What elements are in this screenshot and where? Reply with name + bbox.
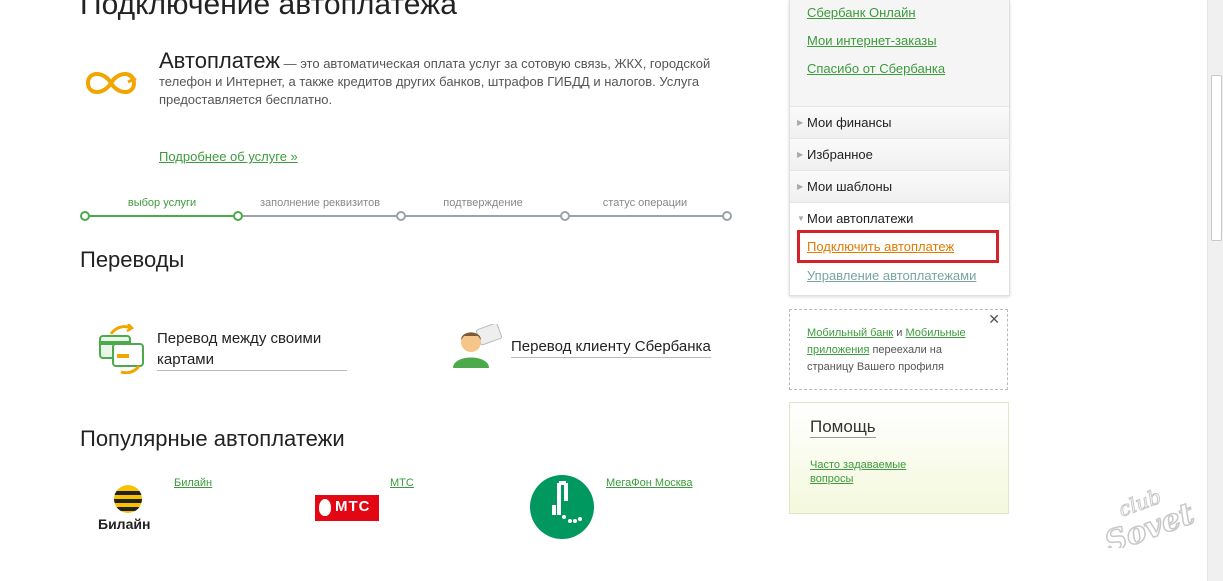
profile-notice: ✕ Мобильный банк и Мобильные приложения … — [789, 309, 1008, 390]
step-label-status: статус операции — [602, 197, 688, 209]
sidebar-item-label: Избранное — [807, 147, 873, 162]
sidebar-item-label: Мои финансы — [807, 115, 892, 130]
sidebar-item-label: Мои шаблоны — [807, 179, 893, 194]
chevron-right-icon: ▶ — [797, 150, 804, 159]
step-dot-5 — [722, 211, 732, 221]
step-label-fill-details: заполнение реквизитов — [259, 197, 381, 209]
transfer-between-cards[interactable]: Перевод между своими картами — [99, 324, 347, 374]
help-title: Помощь — [810, 417, 876, 438]
step-dot-1 — [80, 211, 90, 221]
scrollbar-thumb[interactable] — [1211, 75, 1222, 241]
mts-egg-icon — [319, 499, 331, 516]
operator-link-beeline[interactable]: Билайн — [174, 477, 212, 489]
chevron-right-icon: ▶ — [797, 118, 804, 127]
notice-link-mobile-bank[interactable]: Мобильный банк — [807, 327, 893, 339]
mts-logo-text: МТС — [335, 498, 371, 515]
progress-steps: выбор услуги заполнение реквизитов подтв… — [80, 194, 736, 222]
sidebar-subitem-connect-autopay[interactable]: Подключить автоплатеж — [807, 239, 954, 254]
sidebar-subitem-manage-autopay[interactable]: Управление автоплатежами — [807, 268, 976, 283]
megafon-logo[interactable] — [530, 475, 594, 539]
autopay-description: Автоплатеж — это автоматическая оплата у… — [159, 50, 719, 109]
beeline-logo[interactable]: Билайн — [96, 484, 168, 536]
sidebar-link-sberbank-online[interactable]: Сбербанк Онлайн — [807, 5, 916, 20]
sidebar-link-internet-orders[interactable]: Мои интернет-заказы — [807, 33, 937, 48]
transfers-heading: Переводы — [80, 247, 185, 272]
sidebar-menu: Сбербанк Онлайн Мои интернет-заказы Спас… — [789, 0, 1010, 296]
operator-link-megafon[interactable]: МегаФон Москва — [606, 477, 692, 489]
infinity-icon — [85, 72, 137, 94]
steps-track-done — [85, 215, 238, 217]
sidebar-links: Сбербанк Онлайн Мои интернет-заказы Спас… — [790, 0, 1009, 106]
close-icon[interactable]: ✕ — [988, 311, 1000, 328]
autopay-term: Автоплатеж — [159, 48, 280, 73]
beeline-logo-icon — [114, 485, 142, 513]
mts-logo[interactable]: МТС — [315, 495, 379, 521]
client-transfer-icon — [453, 324, 503, 368]
help-box: Помощь Часто задаваемые вопросы — [789, 402, 1009, 514]
beeline-logo-text: Билайн — [98, 516, 151, 532]
scrollbar[interactable] — [1207, 0, 1223, 581]
more-about-service-link[interactable]: Подробнее об услуге » — [159, 149, 298, 164]
notice-and: и — [893, 327, 906, 339]
faq-link[interactable]: Часто задаваемые вопросы — [810, 458, 950, 486]
cards-transfer-icon — [99, 324, 144, 374]
sidebar-item-my-templates[interactable]: ▶ Мои шаблоны — [790, 170, 1009, 202]
popular-autopay-heading: Популярные автоплатежи — [80, 426, 345, 451]
sidebar-item-favorites[interactable]: ▶ Избранное — [790, 138, 1009, 170]
step-dot-4 — [560, 211, 570, 221]
sidebar-item-my-finances[interactable]: ▶ Мои финансы — [790, 106, 1009, 138]
page-title: Подключение автоплатежа — [80, 0, 457, 21]
transfer-to-client-label[interactable]: Перевод клиенту Сбербанка — [511, 336, 711, 358]
step-label-confirmation: подтверждение — [443, 197, 523, 209]
transfer-to-client[interactable]: Перевод клиенту Сбербанка — [452, 324, 711, 370]
sidebar-item-label: Мои автоплатежи — [807, 211, 914, 226]
transfer-between-cards-label[interactable]: Перевод между своими картами — [157, 328, 347, 371]
step-dot-3 — [396, 211, 406, 221]
step-label-choose-service: выбор услуги — [127, 197, 197, 209]
club-sovet-watermark: club Sovet — [1100, 484, 1200, 548]
operator-link-mts[interactable]: МТС — [390, 477, 414, 489]
step-dot-2 — [233, 211, 243, 221]
chevron-right-icon: ▶ — [797, 182, 804, 191]
sidebar-link-spasibo[interactable]: Спасибо от Сбербанка — [807, 61, 945, 76]
